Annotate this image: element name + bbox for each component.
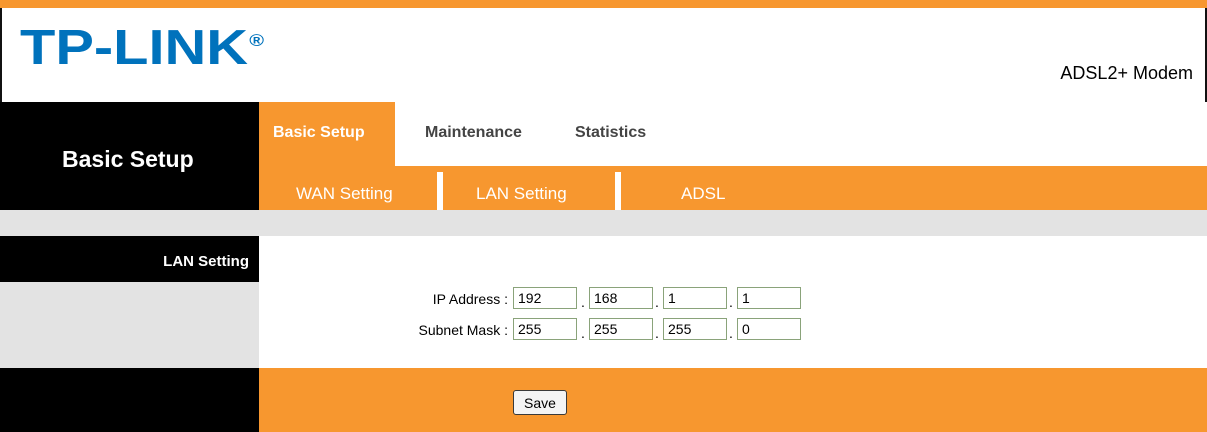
subnav-divider <box>615 172 621 210</box>
subnav-divider <box>437 172 443 210</box>
octet-separator: . <box>729 325 733 341</box>
footer-action-bar <box>259 368 1207 432</box>
octet-separator: . <box>655 294 659 310</box>
subnet-mask-octet-2[interactable] <box>589 318 653 340</box>
subnet-mask-label: Subnet Mask : <box>418 322 509 338</box>
ip-address-label: IP Address : <box>432 291 508 307</box>
octet-separator: . <box>729 294 733 310</box>
ip-address-octet-2[interactable] <box>589 287 653 309</box>
product-name: ADSL2+ Modem <box>1060 63 1193 83</box>
subnet-mask-octet-3[interactable] <box>663 318 727 340</box>
octet-separator: . <box>655 325 659 341</box>
ip-address-octet-1[interactable] <box>513 287 577 309</box>
footer-left-panel <box>0 368 259 432</box>
ip-address-octet-4[interactable] <box>737 287 801 309</box>
tab-statistics[interactable]: Statistics <box>575 124 646 142</box>
subnav-adsl[interactable]: ADSL <box>681 184 725 204</box>
sub-navigation-bar <box>259 166 1207 210</box>
save-button[interactable]: Save <box>513 390 567 415</box>
ip-address-octet-3[interactable] <box>663 287 727 309</box>
octet-separator: . <box>581 294 585 310</box>
registered-mark: ® <box>249 31 265 50</box>
section-title: Basic Setup <box>62 146 194 172</box>
lan-setting-label: LAN Setting <box>163 253 249 270</box>
subnav-wan-setting[interactable]: WAN Setting <box>296 184 393 204</box>
tab-maintenance[interactable]: Maintenance <box>425 124 522 142</box>
main-tabs-bar <box>259 102 1207 166</box>
tp-link-logo: TP-LINK® <box>20 24 264 73</box>
subnet-mask-octet-1[interactable] <box>513 318 577 340</box>
logo-text: TP-LINK <box>20 21 249 75</box>
left-side-panel <box>0 282 259 368</box>
top-accent-stripe <box>0 0 1207 8</box>
tab-basic-setup[interactable]: Basic Setup <box>273 124 365 142</box>
octet-separator: . <box>581 325 585 341</box>
separator-band <box>0 210 1207 236</box>
subnet-mask-octet-4[interactable] <box>737 318 801 340</box>
subnav-lan-setting[interactable]: LAN Setting <box>476 184 567 204</box>
